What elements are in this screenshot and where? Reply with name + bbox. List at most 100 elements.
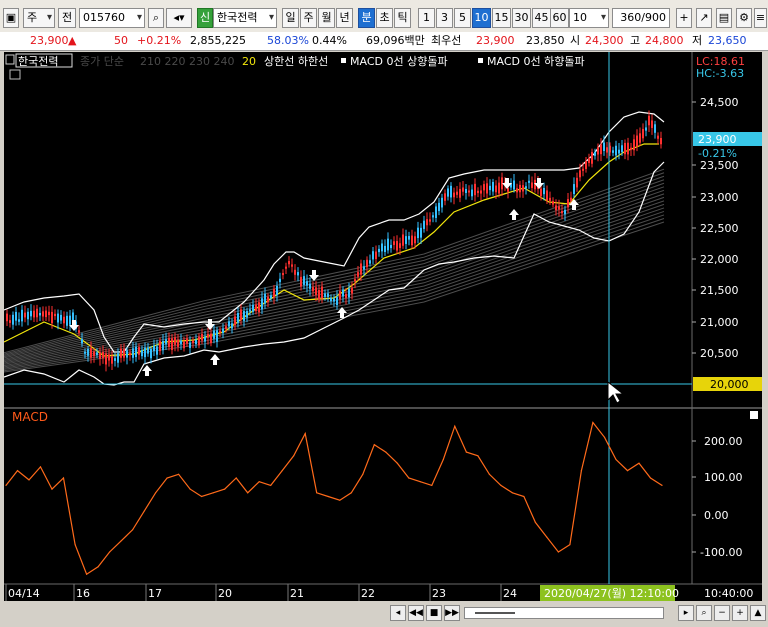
candle-body bbox=[222, 328, 224, 334]
macd-close-icon[interactable] bbox=[750, 411, 758, 419]
period-button[interactable]: 월 bbox=[318, 8, 335, 28]
interval-select[interactable]: 10 bbox=[569, 8, 609, 28]
candle-body bbox=[156, 346, 158, 355]
candle-body bbox=[588, 158, 590, 163]
candle-body bbox=[435, 206, 437, 218]
interval-button[interactable]: 10 bbox=[472, 8, 491, 28]
macd-point bbox=[580, 470, 583, 472]
candle-body bbox=[294, 269, 296, 275]
candle-body bbox=[126, 350, 128, 358]
candle-body bbox=[603, 142, 605, 151]
candle-body bbox=[381, 243, 383, 252]
stop-icon[interactable]: ■ bbox=[426, 605, 442, 621]
change-value: 50 bbox=[114, 34, 128, 47]
interval-button[interactable]: 30 bbox=[512, 8, 531, 28]
candle-body bbox=[171, 338, 173, 350]
interval-button[interactable]: 3 bbox=[436, 8, 453, 28]
up-triangle-icon: ▲ bbox=[68, 34, 77, 47]
period-button[interactable]: 일 bbox=[282, 8, 299, 28]
candle-body bbox=[51, 311, 53, 324]
scroll-thumb[interactable] bbox=[475, 612, 515, 614]
candle-body bbox=[48, 311, 50, 316]
candle-body bbox=[102, 352, 104, 359]
period-button[interactable]: 분 bbox=[358, 8, 375, 28]
candle-body bbox=[12, 314, 14, 325]
candle-body bbox=[621, 145, 623, 153]
candle-body bbox=[57, 313, 59, 323]
interval-button[interactable]: 60 bbox=[550, 8, 569, 28]
rewind-icon[interactable]: ◀◀ bbox=[408, 605, 424, 621]
period-button[interactable]: 초 bbox=[376, 8, 393, 28]
macd-point bbox=[385, 451, 387, 453]
macd-point bbox=[304, 433, 306, 435]
save-icon[interactable]: ▤ bbox=[716, 8, 732, 28]
candle-body bbox=[288, 261, 290, 265]
zoom-out-icon[interactable]: − bbox=[714, 605, 730, 621]
candle-body bbox=[78, 330, 80, 333]
add-indicator-icon[interactable]: + bbox=[676, 8, 692, 28]
candle-body bbox=[69, 315, 71, 325]
candle-body bbox=[138, 347, 140, 355]
candle-body bbox=[81, 339, 83, 344]
interval-button[interactable]: 1 bbox=[418, 8, 435, 28]
macd-point bbox=[431, 484, 433, 486]
draw-tool-icon[interactable]: ↗ bbox=[696, 8, 712, 28]
interval-button[interactable]: 5 bbox=[454, 8, 471, 28]
candle-body bbox=[462, 187, 464, 192]
forward-icon[interactable]: ▶▶ bbox=[444, 605, 460, 621]
speaker-icon[interactable]: ◂▾ bbox=[166, 8, 192, 28]
settings-icon[interactable]: ⚙ bbox=[736, 8, 752, 28]
candle-body bbox=[201, 333, 203, 341]
expand-up-icon[interactable]: ▲ bbox=[750, 605, 766, 621]
scroll-track[interactable] bbox=[464, 607, 664, 619]
time-label: 22 bbox=[361, 587, 375, 600]
macd-point bbox=[270, 484, 272, 486]
type-button[interactable]: 전 bbox=[58, 8, 76, 28]
menu-icon[interactable]: ≡ bbox=[754, 8, 767, 28]
macd-point bbox=[373, 444, 375, 446]
volume-ratio: 58.03% bbox=[267, 34, 309, 47]
panel-toggle-icon[interactable]: ▣ bbox=[3, 8, 19, 28]
candle-body bbox=[300, 276, 302, 287]
candle-body bbox=[468, 190, 470, 193]
search-icon[interactable]: ⌕ bbox=[148, 8, 164, 28]
candle-body bbox=[240, 309, 242, 321]
interval-button[interactable]: 45 bbox=[532, 8, 551, 28]
candle-body bbox=[417, 227, 419, 239]
stock-code-input[interactable]: 015760 bbox=[79, 8, 145, 28]
candle-body bbox=[366, 259, 368, 268]
macd-point bbox=[51, 488, 53, 490]
candle-body bbox=[261, 298, 263, 310]
candle-body bbox=[339, 291, 341, 300]
candle-body bbox=[405, 236, 407, 244]
interval-button[interactable]: 15 bbox=[492, 8, 511, 28]
scroll-left-icon[interactable]: ◂ bbox=[390, 605, 406, 621]
macd-point bbox=[293, 455, 295, 457]
zoom-icon[interactable]: ⌕ bbox=[696, 605, 712, 621]
chart-svg[interactable]: 한국전력 종가 단순 210 220 230 240 20 상한선 하한선 MA… bbox=[3, 52, 762, 602]
scroll-right-icon[interactable]: ▸ bbox=[678, 605, 694, 621]
macd-point bbox=[350, 492, 352, 494]
candle-body bbox=[63, 316, 65, 324]
chart-area[interactable]: 한국전력 종가 단순 210 220 230 240 20 상한선 하한선 MA… bbox=[3, 52, 762, 602]
candle-body bbox=[303, 276, 305, 285]
stock-name-field[interactable]: 한국전력 bbox=[213, 8, 277, 28]
quote-bar: 23,900 ▲ 50 +0.21% 2,855,225 58.03% 0.44… bbox=[0, 32, 768, 51]
candle-body bbox=[153, 345, 155, 351]
count-field[interactable]: 360/900 bbox=[612, 8, 670, 28]
candle-body bbox=[567, 199, 569, 208]
period-button[interactable]: 년 bbox=[336, 8, 353, 28]
zoom-in-icon[interactable]: + bbox=[732, 605, 748, 621]
candle-body bbox=[309, 283, 311, 289]
candle-body bbox=[525, 186, 527, 189]
macd-point bbox=[465, 451, 467, 453]
candle-body bbox=[438, 202, 440, 212]
candle-body bbox=[297, 272, 299, 276]
period-button[interactable]: 틱 bbox=[394, 8, 411, 28]
candle-body bbox=[180, 340, 182, 344]
market-select[interactable]: 주 bbox=[23, 8, 55, 28]
period-button[interactable]: 주 bbox=[300, 8, 317, 28]
macd-point bbox=[569, 544, 571, 546]
candle-body bbox=[408, 236, 410, 240]
candle-body bbox=[96, 352, 98, 356]
